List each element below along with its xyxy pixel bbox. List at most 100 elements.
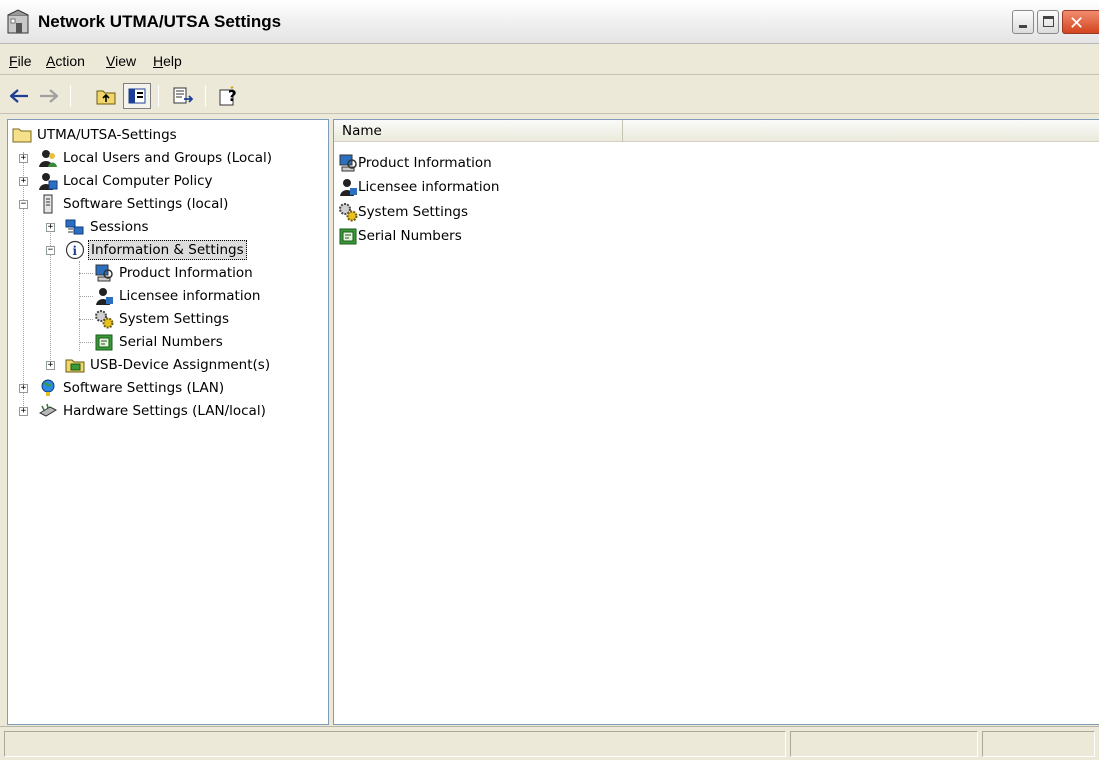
close-button[interactable]: ✕ bbox=[1062, 10, 1099, 34]
menu-action[interactable]: Action bbox=[46, 53, 85, 69]
list-pane[interactable]: Name Product Information Licensee inform… bbox=[333, 119, 1099, 725]
tree-item-serial-numbers[interactable]: Serial Numbers bbox=[94, 331, 225, 353]
toolbar-separator bbox=[70, 85, 71, 107]
status-cell-tertiary bbox=[982, 731, 1095, 757]
toolbar-separator bbox=[205, 85, 206, 107]
list-item-system-settings[interactable]: System Settings bbox=[338, 201, 468, 223]
tree-item-label: Product Information bbox=[119, 265, 253, 281]
tree-item-sessions[interactable]: Sessions bbox=[65, 216, 151, 238]
serial-numbers-icon bbox=[95, 334, 113, 351]
tree-item-label: Licensee information bbox=[119, 288, 261, 304]
back-button[interactable] bbox=[6, 83, 34, 109]
status-bar bbox=[0, 726, 1099, 760]
menu-bar: File Action View Help bbox=[0, 45, 1099, 75]
svg-text:?: ? bbox=[228, 87, 237, 105]
folder-icon bbox=[12, 128, 32, 143]
tree-connector bbox=[79, 342, 93, 343]
hardware-icon bbox=[38, 403, 58, 417]
help-button[interactable]: ? bbox=[216, 83, 244, 109]
export-list-button[interactable] bbox=[169, 83, 197, 109]
tree-item-label: USB-Device Assignment(s) bbox=[90, 357, 271, 373]
tree-item-label: UTMA/UTSA-Settings bbox=[37, 127, 177, 143]
server-icon bbox=[43, 194, 53, 214]
product-info-icon bbox=[339, 154, 357, 172]
tree-connector bbox=[79, 261, 80, 351]
globe-icon bbox=[41, 379, 55, 396]
tree-item-usb-device-assignments[interactable]: USB-Device Assignment(s) bbox=[65, 354, 272, 376]
expand-toggle[interactable]: + bbox=[19, 154, 28, 163]
tree-item-label: Hardware Settings (LAN/local) bbox=[63, 403, 266, 419]
tree-item-software-settings-local[interactable]: Software Settings (local) bbox=[38, 193, 230, 215]
tree-connector bbox=[23, 152, 24, 412]
tree-item-software-settings-lan[interactable]: Software Settings (LAN) bbox=[38, 377, 226, 399]
menu-view[interactable]: View bbox=[106, 53, 136, 69]
policy-icon bbox=[39, 173, 58, 190]
back-icon bbox=[10, 89, 28, 103]
column-header-name[interactable]: Name bbox=[334, 120, 623, 142]
collapse-toggle[interactable]: − bbox=[19, 200, 28, 209]
list-item-label: Licensee information bbox=[358, 179, 500, 195]
tree-item-label: Sessions bbox=[90, 219, 149, 235]
tree-item-information-settings[interactable]: i Information & Settings bbox=[65, 239, 247, 261]
maximize-button[interactable] bbox=[1037, 10, 1059, 34]
forward-icon bbox=[40, 89, 58, 103]
menu-help[interactable]: Help bbox=[153, 53, 182, 69]
tree-item-label: Local Users and Groups (Local) bbox=[63, 150, 273, 166]
tree-item-label: Information & Settings bbox=[88, 240, 247, 260]
list-item-licensee-information[interactable]: Licensee information bbox=[338, 176, 499, 198]
tree-item-local-computer-policy[interactable]: Local Computer Policy bbox=[38, 170, 215, 192]
expand-toggle[interactable]: + bbox=[19, 407, 28, 416]
list-item-label: Serial Numbers bbox=[358, 228, 462, 244]
export-list-icon bbox=[173, 87, 193, 104]
expand-toggle[interactable]: + bbox=[46, 223, 55, 232]
menu-file[interactable]: File bbox=[9, 53, 32, 69]
help-icon: ? bbox=[219, 86, 237, 106]
mmc-console-icon bbox=[7, 9, 29, 34]
product-info-icon bbox=[95, 264, 113, 282]
list-item-serial-numbers[interactable]: Serial Numbers bbox=[338, 225, 462, 247]
info-icon: i bbox=[65, 240, 85, 260]
tree-item-product-information[interactable]: Product Information bbox=[94, 262, 255, 284]
gears-icon bbox=[95, 310, 114, 329]
tree-item-local-users-groups[interactable]: Local Users and Groups (Local) bbox=[38, 147, 274, 169]
licensee-icon bbox=[340, 179, 357, 196]
expand-toggle[interactable]: + bbox=[19, 384, 28, 393]
expand-toggle[interactable]: + bbox=[19, 177, 28, 186]
tree-item-label: System Settings bbox=[119, 311, 230, 327]
list-header: Name bbox=[334, 120, 1099, 142]
tree-connector bbox=[79, 319, 93, 320]
gears-icon bbox=[339, 203, 358, 222]
title-bar[interactable]: Network UTMA/UTSA Settings ✕ bbox=[0, 0, 1099, 44]
tree-item-label: Software Settings (LAN) bbox=[63, 380, 225, 396]
list-item-label: Product Information bbox=[358, 155, 492, 171]
status-cell-main bbox=[4, 731, 786, 757]
close-icon: ✕ bbox=[1069, 13, 1085, 34]
minimize-icon bbox=[1019, 25, 1027, 28]
tree-pane[interactable]: UTMA/UTSA-Settings + Local Users and Gro… bbox=[7, 119, 329, 725]
tree-item-label: Serial Numbers bbox=[119, 334, 223, 350]
tree-item-root[interactable]: UTMA/UTSA-Settings bbox=[12, 124, 179, 146]
svg-text:i: i bbox=[73, 244, 78, 258]
tree-connector bbox=[79, 273, 93, 274]
forward-button[interactable] bbox=[34, 83, 62, 109]
list-item-product-information[interactable]: Product Information bbox=[338, 152, 492, 174]
expand-toggle[interactable]: + bbox=[46, 361, 55, 370]
toolbar: ? bbox=[0, 76, 1099, 114]
sessions-icon bbox=[65, 219, 84, 235]
minimize-button[interactable] bbox=[1012, 10, 1034, 34]
tree-item-system-settings[interactable]: System Settings bbox=[94, 308, 231, 330]
tree-connector bbox=[79, 296, 93, 297]
show-hide-tree-button[interactable] bbox=[123, 83, 151, 109]
maximize-icon bbox=[1043, 16, 1054, 27]
tree-item-label: Local Computer Policy bbox=[63, 173, 213, 189]
show-hide-tree-icon bbox=[128, 88, 146, 104]
status-cell-secondary bbox=[790, 731, 978, 757]
up-one-level-icon bbox=[96, 90, 116, 105]
tree-item-licensee-information[interactable]: Licensee information bbox=[94, 285, 262, 307]
list-item-label: System Settings bbox=[358, 204, 469, 220]
up-one-level-button[interactable] bbox=[92, 83, 120, 109]
tree-item-hardware-settings[interactable]: Hardware Settings (LAN/local) bbox=[38, 400, 268, 422]
serial-numbers-icon bbox=[339, 228, 357, 245]
toolbar-separator bbox=[158, 85, 159, 107]
collapse-toggle[interactable]: − bbox=[46, 246, 55, 255]
